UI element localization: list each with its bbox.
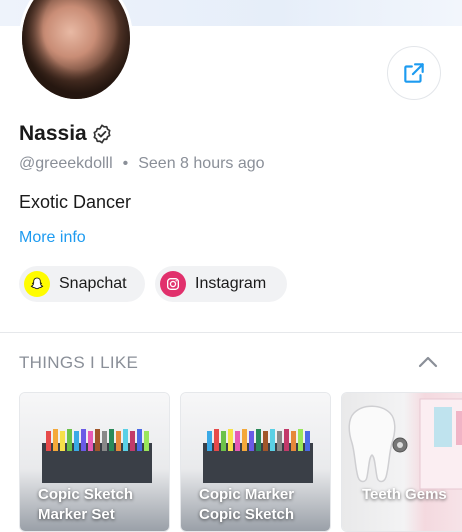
liked-item-title: Copic Sketch Marker Set (38, 486, 134, 523)
snapchat-icon (24, 271, 50, 297)
more-info-link[interactable]: More info (19, 229, 86, 247)
liked-item-card[interactable]: Copic Marker Copic Sketch (180, 392, 331, 532)
marker-set-illustration (203, 429, 313, 483)
profile-name-row: Nassia (19, 122, 113, 146)
avatar[interactable] (19, 0, 133, 102)
share-icon (404, 63, 424, 83)
liked-item-card[interactable]: Copic Sketch Marker Set (19, 392, 170, 532)
product-image (342, 393, 462, 531)
section-title: THINGS I LIKE (19, 353, 139, 372)
profile-handle: @greeekdolll (19, 155, 113, 172)
section-divider (0, 332, 462, 333)
profile-name: Nassia (19, 122, 87, 145)
instagram-label: Instagram (195, 275, 267, 292)
snapchat-chip[interactable]: Snapchat (19, 266, 145, 302)
separator-dot: • (122, 155, 129, 172)
liked-item-title: Teeth Gems (362, 486, 447, 503)
profile-meta: @greeekdolll • Seen 8 hours ago (19, 155, 265, 173)
chevron-up-icon[interactable] (416, 352, 440, 372)
liked-item-title: Copic Marker Copic Sketch (199, 486, 295, 523)
instagram-icon (160, 271, 186, 297)
avatar-image (22, 0, 130, 99)
profile-bio: Exotic Dancer (19, 192, 132, 212)
last-seen: Seen 8 hours ago (138, 155, 265, 172)
share-button[interactable] (387, 46, 441, 100)
liked-item-card[interactable]: Teeth Gems (341, 392, 462, 532)
marker-set-illustration (42, 429, 152, 483)
instagram-chip[interactable]: Instagram (155, 266, 287, 302)
snapchat-label: Snapchat (59, 275, 127, 292)
verified-icon (93, 124, 111, 144)
